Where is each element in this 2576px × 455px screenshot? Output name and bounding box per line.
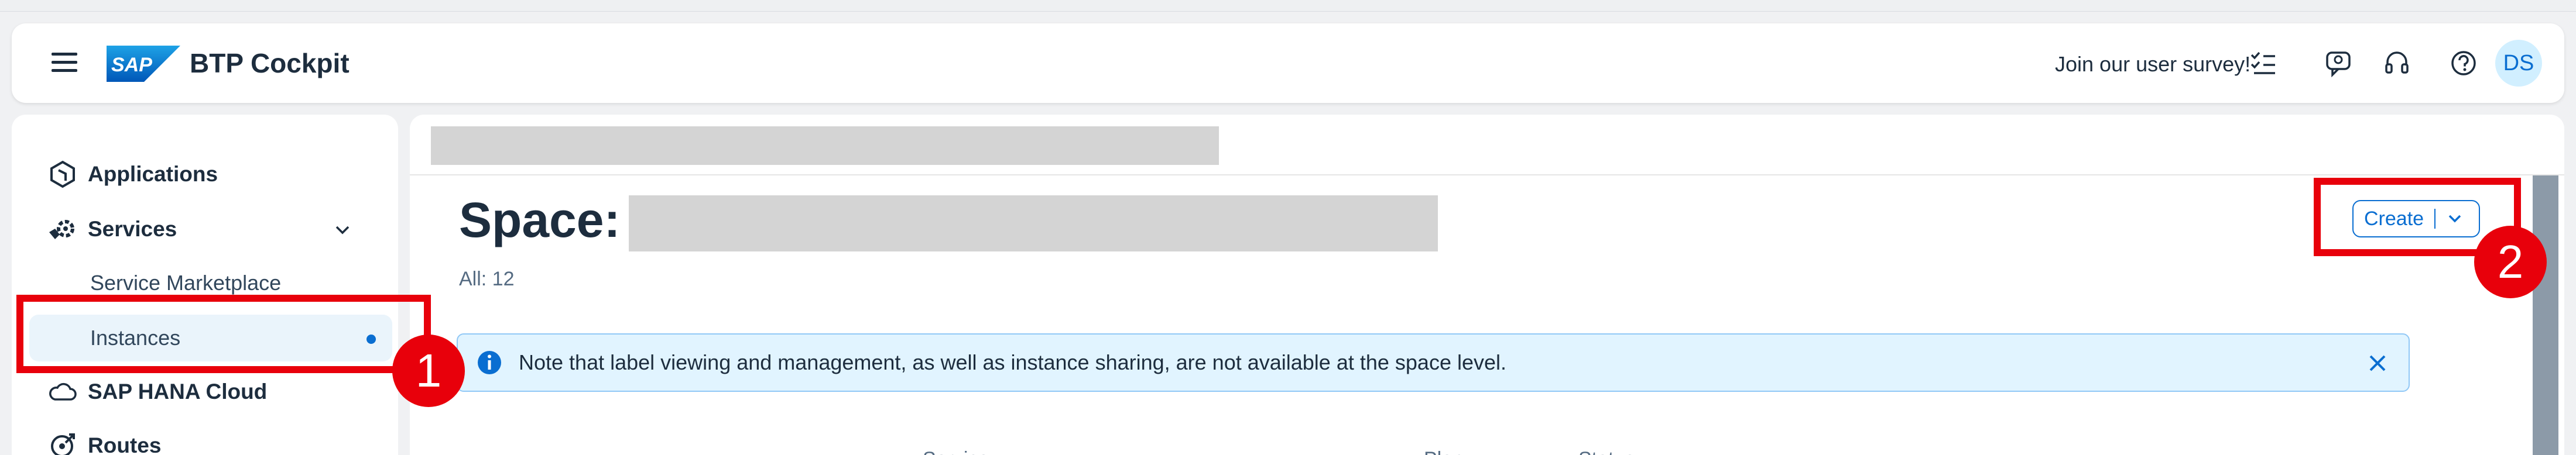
app-title: BTP Cockpit (190, 48, 350, 78)
vertical-scrollbar[interactable] (2533, 175, 2558, 455)
svg-text:SAP: SAP (111, 54, 152, 76)
feedback-icon[interactable] (2324, 49, 2352, 77)
sidebar-item-applications[interactable]: Applications (35, 151, 386, 198)
column-header-status[interactable]: Status (1578, 448, 1635, 455)
instance-count: All: 12 (459, 268, 515, 290)
help-icon[interactable] (2450, 49, 2478, 77)
routes-icon (51, 433, 75, 455)
info-icon (478, 351, 501, 374)
sidebar-item-label: Routes (88, 433, 162, 455)
sidebar-item-label: Service Marketplace (90, 271, 282, 295)
user-avatar[interactable]: DS (2495, 40, 2542, 87)
column-header-plan[interactable]: Plan (1424, 448, 1464, 455)
sidebar-item-sap-hana-cloud[interactable]: SAP HANA Cloud (35, 368, 386, 415)
space-name-redacted (629, 195, 1438, 251)
sidebar-item-services[interactable]: Services (35, 206, 386, 253)
sap-logo: SAP (107, 46, 180, 82)
sidebar-item-label: Services (88, 217, 177, 241)
info-message-text: Note that label viewing and management, … (519, 350, 1507, 374)
header-divider (410, 174, 2564, 175)
support-headset-icon[interactable] (2383, 49, 2411, 77)
user-survey-label: Join our user survey! (2055, 52, 2251, 76)
sidebar-item-label: Applications (88, 162, 218, 186)
main-content: Space: All: 12 Create Note that label vi… (410, 115, 2564, 455)
highlight-box-instances (16, 295, 431, 373)
services-icon (49, 220, 74, 239)
survey-checklist-icon[interactable] (2249, 49, 2277, 77)
close-icon[interactable] (2366, 352, 2389, 374)
browser-top-strip (0, 0, 2576, 12)
user-survey-link[interactable]: Join our user survey! (2055, 53, 2250, 76)
annotation-badge-1: 1 (392, 335, 465, 407)
column-header-service[interactable]: Service (923, 448, 989, 455)
page-title: Space: (459, 192, 621, 247)
applications-icon (50, 160, 75, 188)
sidebar-item-routes[interactable]: Routes (35, 422, 386, 455)
menu-icon[interactable] (52, 53, 77, 74)
shell-bar: SAP BTP Cockpit Join our user survey! DS (12, 23, 2564, 103)
cloud-icon (49, 382, 77, 401)
breadcrumb-redacted (431, 126, 1219, 165)
side-navigation: Applications Services Service Marketplac… (12, 115, 398, 455)
chevron-down-icon[interactable] (334, 221, 351, 239)
sidebar-item-label: SAP HANA Cloud (88, 380, 268, 404)
annotation-badge-2: 2 (2474, 226, 2547, 298)
info-message-strip: Note that label viewing and management, … (457, 333, 2410, 392)
